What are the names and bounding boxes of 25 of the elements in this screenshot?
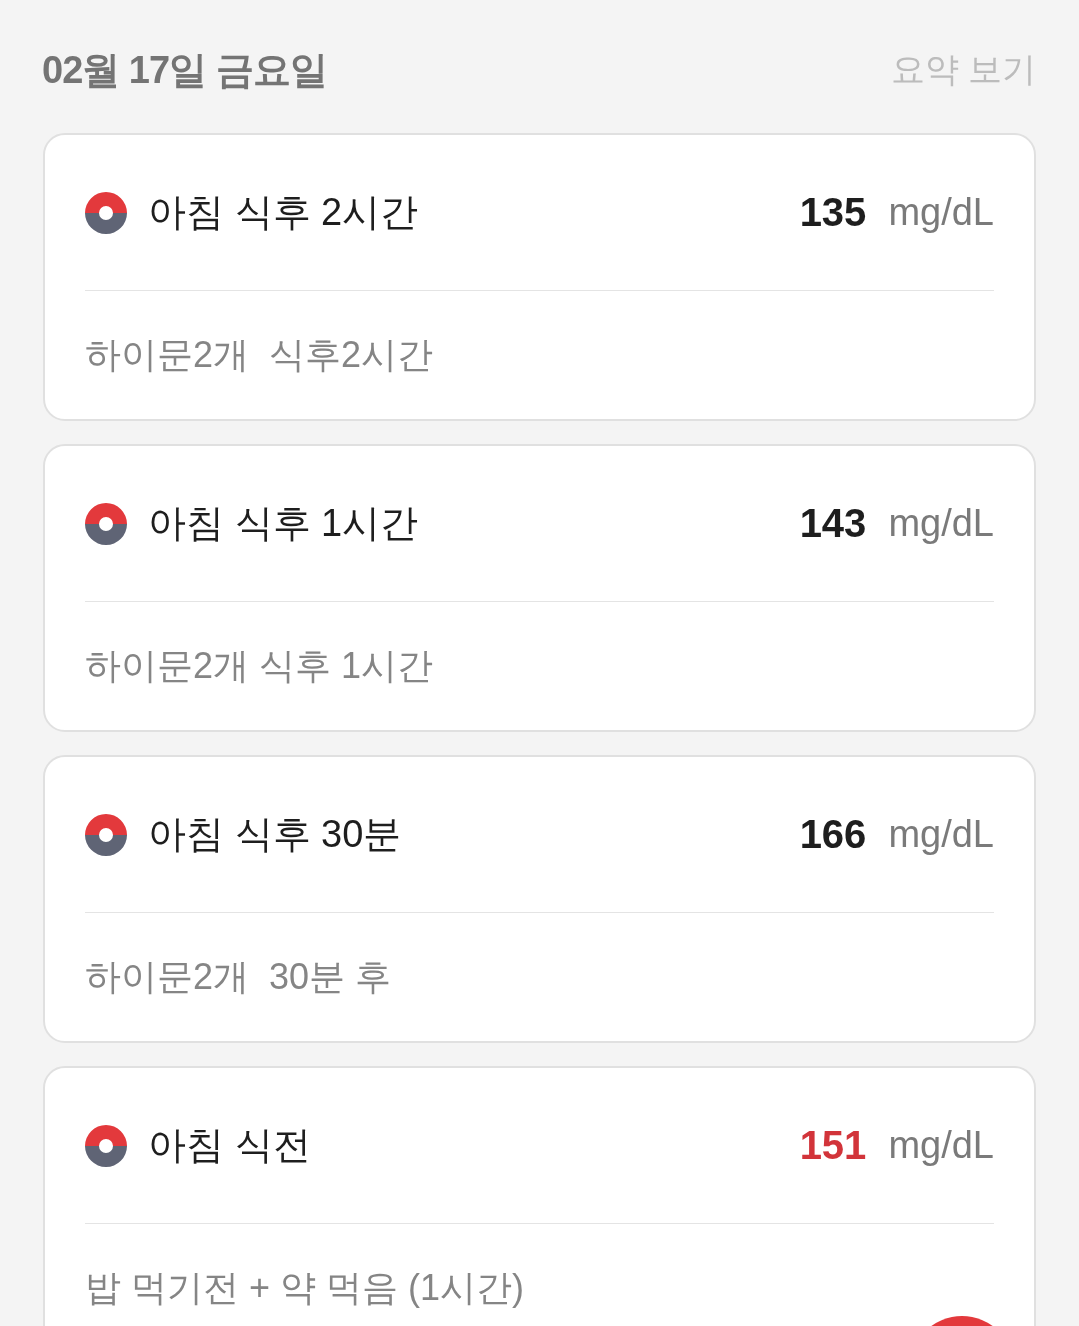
unit-label: mg/dL — [888, 191, 994, 234]
unit-label: mg/dL — [888, 813, 994, 856]
ring-icon — [85, 813, 127, 856]
memo-text: 밥 먹기전 + 약 먹음 (1시간) — [85, 1265, 525, 1310]
ring-icon — [85, 502, 127, 545]
reading-label: 아침 식전 — [148, 1123, 311, 1168]
reading-card[interactable]: 아침 식후 30분 166 mg/dL 하이문2개 30분 후 — [43, 755, 1036, 1043]
reading-label: 아침 식후 30분 — [148, 812, 402, 857]
date-heading: 02월 17일 금요일 — [42, 47, 327, 93]
reading-label: 아침 식후 2시간 — [148, 190, 419, 235]
glucose-value: 166 — [799, 812, 867, 857]
unit-label: mg/dL — [888, 1124, 994, 1167]
reading-card[interactable]: 아침 식후 1시간 143 mg/dL 하이문2개 식후 1시간 — [43, 444, 1036, 732]
memo-text: 하이문2개 30분 후 — [85, 954, 392, 999]
reading-label: 아침 식후 1시간 — [148, 501, 419, 546]
reading-card[interactable]: 아침 식전 151 mg/dL 밥 먹기전 + 약 먹음 (1시간) — [43, 1066, 1036, 1326]
ring-icon — [85, 191, 127, 234]
glucose-value: 151 — [799, 1123, 867, 1168]
reading-card[interactable]: 아침 식후 2시간 135 mg/dL 하이문2개 식후2시간 — [43, 133, 1036, 421]
glucose-value: 135 — [799, 190, 867, 235]
memo-text: 하이문2개 식후2시간 — [85, 332, 434, 377]
unit-label: mg/dL — [888, 502, 994, 545]
ring-icon — [85, 1124, 127, 1167]
memo-text: 하이문2개 식후 1시간 — [85, 643, 434, 688]
glucose-value: 143 — [799, 501, 867, 546]
